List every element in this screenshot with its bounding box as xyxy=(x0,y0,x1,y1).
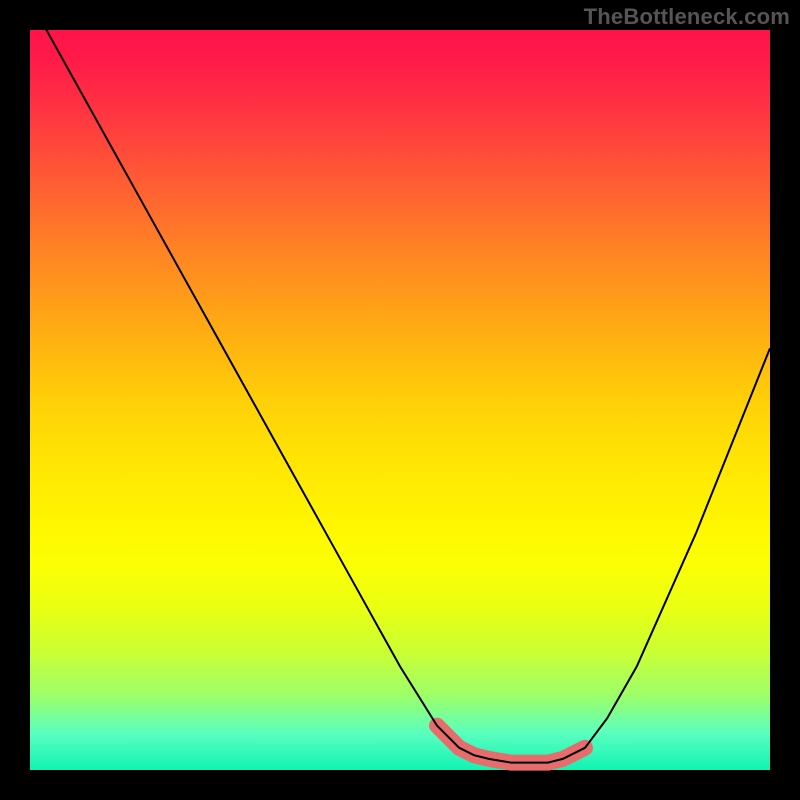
chart-frame: TheBottleneck.com xyxy=(0,0,800,800)
curve-layer xyxy=(30,30,770,770)
plot-area xyxy=(30,30,770,770)
optimal-zone-highlight xyxy=(437,726,585,763)
bottleneck-curve xyxy=(30,0,770,762)
watermark-text: TheBottleneck.com xyxy=(584,4,790,30)
